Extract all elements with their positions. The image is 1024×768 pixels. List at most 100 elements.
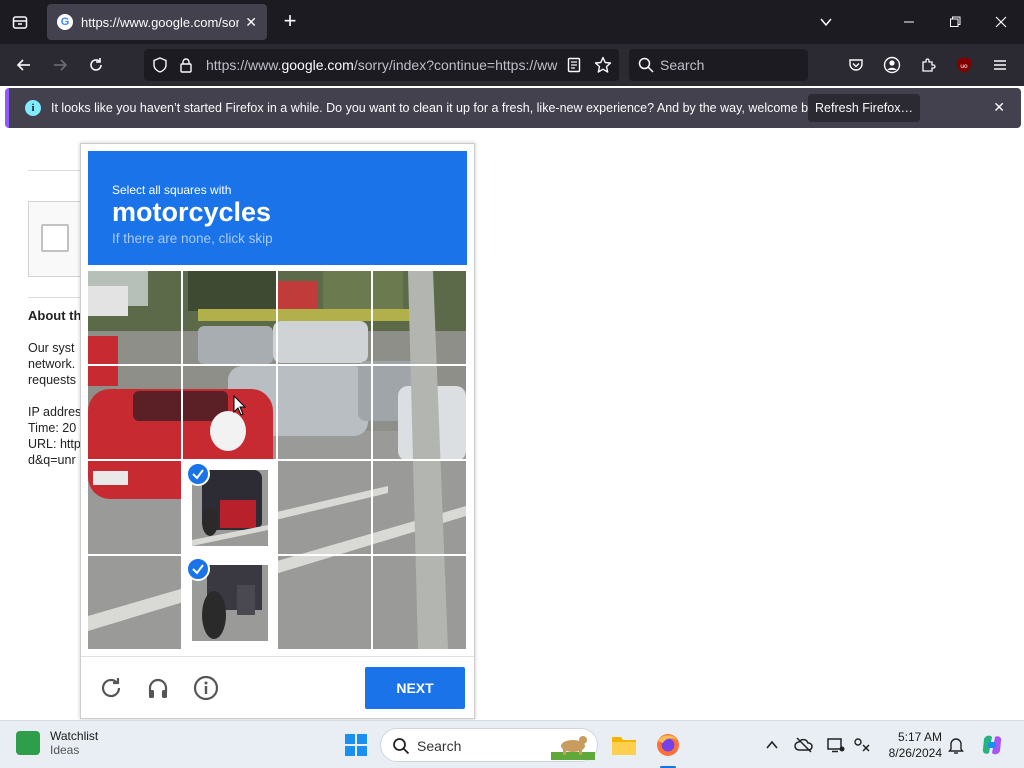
captcha-tile[interactable]	[183, 366, 277, 460]
widget-title: Watchlist	[50, 729, 99, 743]
skip-hint: If there are none, click skip	[112, 231, 273, 246]
pocket-icon[interactable]	[844, 53, 868, 77]
mouse-cursor-icon	[233, 395, 247, 416]
recaptcha-checkbox-widget	[28, 201, 88, 277]
url-text[interactable]: https://www.google.com/sorry/index?conti…	[206, 57, 558, 73]
info-icon[interactable]	[192, 674, 220, 702]
onedrive-offline-icon[interactable]	[794, 735, 814, 755]
system-clock[interactable]: 5:17 AM 8/26/2024	[880, 729, 942, 761]
navigation-toolbar: https://www.google.com/sorry/index?conti…	[0, 44, 1024, 86]
captcha-tile[interactable]	[373, 366, 466, 460]
divider	[28, 297, 80, 298]
search-bar[interactable]: Search	[629, 49, 808, 81]
next-button[interactable]: NEXT	[365, 667, 465, 709]
body-line: Time: 20	[28, 421, 77, 435]
recaptcha-checkbox[interactable]	[41, 224, 69, 252]
captcha-tile[interactable]	[88, 556, 182, 649]
captcha-tile[interactable]	[278, 271, 372, 365]
captcha-tile[interactable]	[278, 366, 372, 460]
bookmark-star-icon[interactable]	[594, 56, 612, 79]
file-explorer-icon[interactable]	[608, 729, 640, 761]
captcha-tile[interactable]	[88, 271, 182, 365]
copilot-icon[interactable]	[980, 733, 1004, 757]
watchlist-widget[interactable]: Watchlist Ideas	[16, 729, 98, 757]
divider	[28, 170, 80, 171]
address-bar[interactable]: https://www.google.com/sorry/index?conti…	[144, 49, 619, 81]
refresh-firefox-button[interactable]: Refresh Firefox…	[808, 94, 920, 122]
body-line: IP addres	[28, 405, 80, 419]
widget-subtitle: Ideas	[50, 743, 80, 757]
stock-chart-icon	[16, 731, 40, 755]
search-icon	[392, 737, 410, 760]
windows-start-icon[interactable]	[340, 729, 372, 761]
challenge-footer: NEXT	[81, 656, 474, 718]
url-host: google.com	[281, 57, 354, 73]
refresh-firefox-notification: i It looks like you haven’t started Fire…	[5, 88, 1021, 128]
taskbar-search-placeholder: Search	[417, 738, 462, 754]
captcha-tile[interactable]	[373, 461, 466, 555]
volume-muted-icon[interactable]	[852, 735, 872, 755]
reload-icon[interactable]	[84, 53, 108, 77]
chevron-down-icon[interactable]	[812, 8, 840, 36]
checkmark-icon	[186, 557, 210, 581]
forward-arrow-icon[interactable]	[48, 53, 72, 77]
captcha-tile[interactable]	[88, 366, 182, 460]
target-object: motorcycles	[112, 197, 272, 227]
challenge-header: Select all squares with motorcycles If t…	[88, 151, 467, 265]
tab-close-icon[interactable]: ✕	[245, 14, 257, 31]
body-line: URL: http	[28, 437, 80, 451]
image-grid	[88, 271, 466, 649]
taskbar-search-box[interactable]: Search	[380, 728, 598, 762]
reader-view-icon[interactable]	[566, 57, 582, 78]
notification-message: It looks like you haven’t started Firefo…	[51, 101, 832, 115]
search-icon	[638, 57, 654, 78]
clock-time: 5:17 AM	[897, 730, 942, 744]
captcha-tile[interactable]	[373, 556, 466, 649]
minimize-icon[interactable]	[895, 8, 923, 36]
search-placeholder: Search	[660, 57, 705, 73]
new-tab-button[interactable]: +	[278, 10, 302, 34]
restore-icon[interactable]	[941, 8, 969, 36]
captcha-tile[interactable]	[88, 461, 182, 555]
url-path: /sorry/index?continue=https://ww	[353, 57, 558, 73]
back-arrow-icon[interactable]	[12, 53, 36, 77]
recaptcha-challenge: Select all squares with motorcycles If t…	[80, 143, 475, 719]
captcha-tile[interactable]	[183, 271, 277, 365]
reload-challenge-icon[interactable]	[97, 674, 125, 702]
lock-icon[interactable]	[178, 57, 194, 78]
captcha-tile[interactable]	[373, 271, 466, 365]
windows-taskbar: Watchlist Ideas Search 5:17 AM 8/26/2024	[0, 720, 1024, 768]
active-tab[interactable]: G https://www.google.com/sorry/ ✕	[47, 4, 267, 40]
search-highlight-dog-icon	[551, 732, 595, 765]
notification-close-icon[interactable]: ✕	[993, 99, 1005, 116]
info-icon: i	[25, 100, 41, 116]
notification-bell-icon[interactable]	[946, 735, 966, 755]
page-body-text: Our syst network. requests IP addres Tim…	[28, 340, 80, 468]
list-all-tabs-icon[interactable]	[8, 10, 32, 34]
shield-icon[interactable]	[152, 57, 168, 78]
about-heading: About th	[28, 308, 82, 323]
hamburger-menu-icon[interactable]	[988, 53, 1012, 77]
extensions-icon[interactable]	[916, 53, 940, 77]
body-line: network.	[28, 357, 76, 371]
firefox-icon[interactable]	[652, 729, 684, 761]
account-icon[interactable]	[880, 53, 904, 77]
audio-challenge-headphones-icon[interactable]	[144, 674, 172, 702]
body-line: Our syst	[28, 341, 75, 355]
checkmark-icon	[186, 462, 210, 486]
ublock-origin-icon[interactable]: uo	[952, 53, 976, 77]
instruction-text: Select all squares with	[112, 183, 232, 197]
google-favicon-icon: G	[57, 14, 73, 30]
show-hidden-icons-chevron-icon[interactable]	[762, 735, 782, 755]
body-line	[28, 388, 80, 404]
body-line: requests	[28, 373, 76, 387]
captcha-tile[interactable]	[278, 556, 372, 649]
tab-title: https://www.google.com/sorry/	[81, 14, 240, 30]
clock-date: 8/26/2024	[888, 746, 942, 760]
captcha-tile[interactable]	[278, 461, 372, 555]
network-display-icon[interactable]	[826, 735, 846, 755]
body-line: d&q=unr	[28, 453, 76, 467]
tab-bar: G https://www.google.com/sorry/ ✕ +	[0, 0, 1024, 44]
close-window-icon[interactable]	[987, 8, 1015, 36]
url-prefix: https://www.	[206, 57, 282, 73]
